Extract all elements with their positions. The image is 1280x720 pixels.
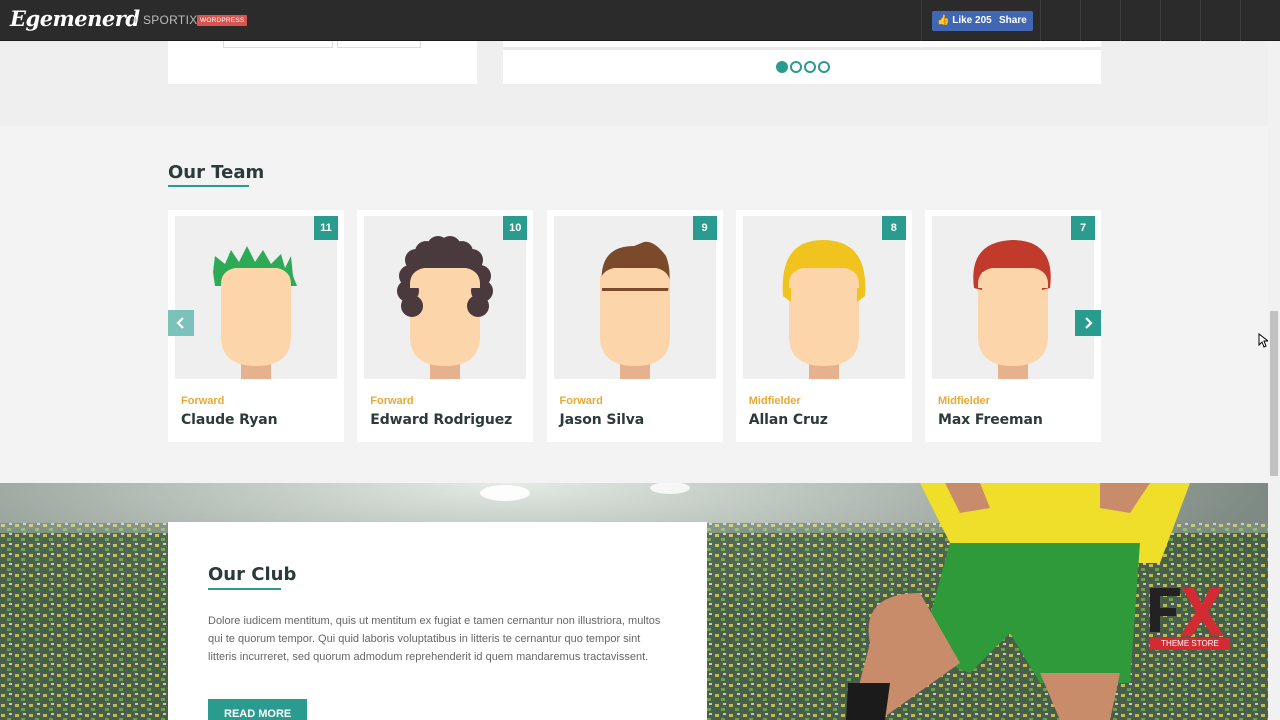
player-name[interactable]: Claude Ryan (181, 412, 278, 428)
team-member-card[interactable]: 10 Forward Edward Rodriguez (357, 210, 534, 442)
top-bar: Egemenerd + SPORTIX WORDPRESS 👍 Like 205… (0, 0, 1280, 41)
team-member-card[interactable]: 9 Forward Jason Silva (546, 210, 723, 442)
theme-store-label: THEME STORE (1161, 639, 1219, 648)
scrollbar-thumb[interactable] (1270, 311, 1278, 476)
title-underline (208, 588, 281, 590)
club-title: Our Club (208, 564, 297, 585)
player-avatar (175, 216, 337, 379)
jersey-number-badge: 9 (692, 216, 717, 240)
wordpress-badge: WORDPRESS (197, 15, 248, 26)
jersey-number-badge: 11 (314, 216, 338, 240)
player-position: Midfielder (938, 395, 990, 407)
player-name[interactable]: Max Freeman (938, 412, 1043, 428)
player-position: Forward (559, 395, 603, 407)
mouse-cursor-icon (1258, 333, 1268, 348)
player-position: Forward (370, 395, 414, 407)
scrollbar[interactable] (1268, 41, 1280, 720)
title-underline (168, 185, 249, 187)
tag-button[interactable] (337, 41, 421, 48)
player-name[interactable]: Edward Rodriguez (370, 412, 512, 428)
slider-dot[interactable] (790, 61, 802, 73)
team-title: Our Team (168, 162, 265, 183)
slider-dot[interactable] (818, 61, 830, 73)
club-section: Our Club Dolore iudicem mentitum, quis u… (0, 483, 1268, 720)
theme-link[interactable]: + SPORTIX (132, 13, 198, 27)
sidebar-card (168, 41, 477, 84)
player-avatar (364, 216, 527, 379)
chevron-right-icon (1085, 317, 1093, 329)
player-name[interactable]: Jason Silva (560, 412, 645, 428)
like-label: Like 205 (952, 15, 992, 26)
carousel-prev-button[interactable] (168, 310, 194, 336)
club-description: Dolore iudicem mentitum, quis ut mentitu… (208, 615, 661, 663)
player-position: Forward (181, 395, 225, 407)
jersey-number-badge: 10 (503, 216, 528, 240)
player-avatar (932, 216, 1094, 379)
carousel-next-button[interactable] (1075, 310, 1101, 336)
slider-dot[interactable] (776, 61, 788, 73)
thumbs-up-icon: 👍 (937, 15, 950, 26)
player-avatar (553, 216, 716, 379)
player-position: Midfielder (748, 395, 801, 407)
team-member-card[interactable]: 11 Forward Claude Ryan (168, 210, 344, 442)
facebook-share-button[interactable]: Share (993, 11, 1033, 31)
jersey-number-badge: 8 (881, 216, 906, 240)
site-logo[interactable]: Egemenerd (10, 6, 140, 31)
facebook-like-button[interactable]: 👍 Like 205 (932, 11, 997, 31)
tag-button[interactable] (223, 41, 333, 48)
chevron-left-icon (176, 317, 184, 329)
player-avatar (742, 216, 905, 379)
club-card: Our Club Dolore iudicem mentitum, quis u… (168, 522, 707, 720)
slider-dot[interactable] (804, 61, 816, 73)
slider-pagination (776, 61, 830, 73)
read-more-button[interactable]: READ MORE (208, 699, 308, 720)
player-name[interactable]: Allan Cruz (749, 412, 828, 428)
jersey-number-badge: 7 (1071, 216, 1095, 240)
team-member-card[interactable]: 8 Midfielder Allan Cruz (735, 210, 912, 442)
